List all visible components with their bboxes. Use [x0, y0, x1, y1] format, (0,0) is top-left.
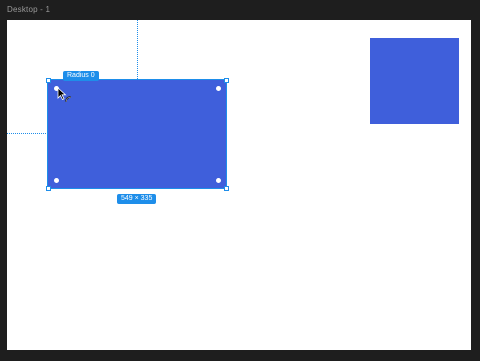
size-badge: 549 × 335	[117, 194, 157, 204]
corner-radius-handle-top-right[interactable]	[216, 86, 221, 91]
horizontal-guide-line	[7, 133, 48, 134]
selected-rectangle[interactable]	[48, 80, 226, 188]
resize-handle-bottom-right[interactable]	[224, 186, 229, 191]
resize-handle-bottom-left[interactable]	[46, 186, 51, 191]
vertical-guide-line	[137, 20, 138, 81]
corner-radius-cursor-icon	[57, 87, 72, 103]
corner-radius-handle-bottom-left[interactable]	[54, 178, 59, 183]
resize-handle-top-right[interactable]	[224, 78, 229, 83]
frame-label[interactable]: Desktop - 1	[7, 5, 50, 14]
radius-badge: Radius 0	[63, 71, 99, 81]
resize-handle-top-left[interactable]	[46, 78, 51, 83]
corner-radius-handle-bottom-right[interactable]	[216, 178, 221, 183]
rectangle-shape[interactable]	[370, 38, 459, 124]
